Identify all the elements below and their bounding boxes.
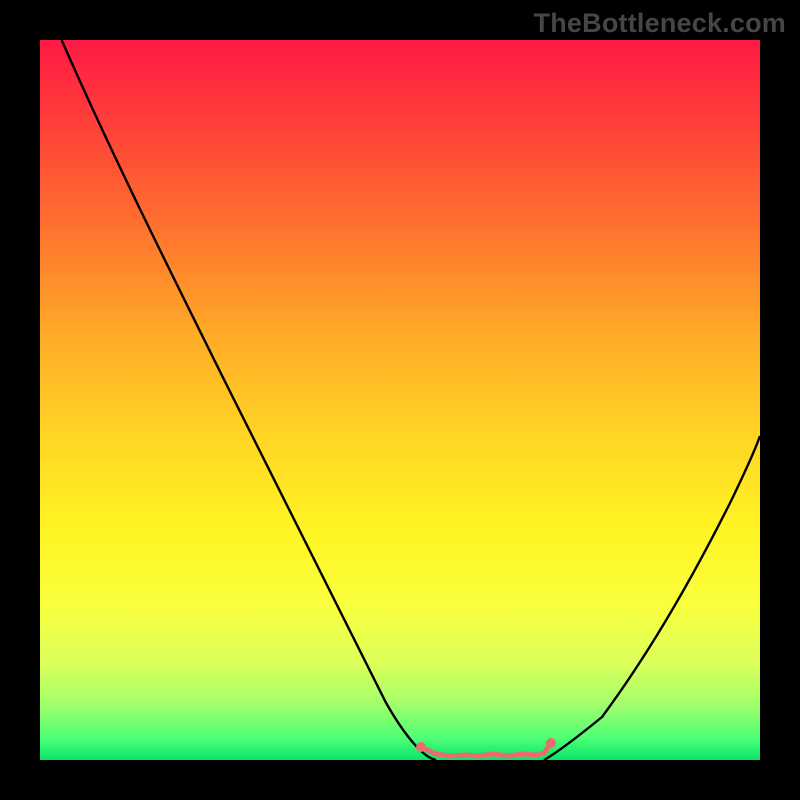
bottom-fit xyxy=(40,40,760,760)
bottom-fit-dot-end xyxy=(546,738,556,748)
bottom-fit-dot-start xyxy=(416,742,426,752)
chart-frame: TheBottleneck.com xyxy=(0,0,800,800)
bottom-fit-line xyxy=(421,743,551,756)
plot-area xyxy=(40,40,760,760)
watermark-text: TheBottleneck.com xyxy=(534,8,786,39)
